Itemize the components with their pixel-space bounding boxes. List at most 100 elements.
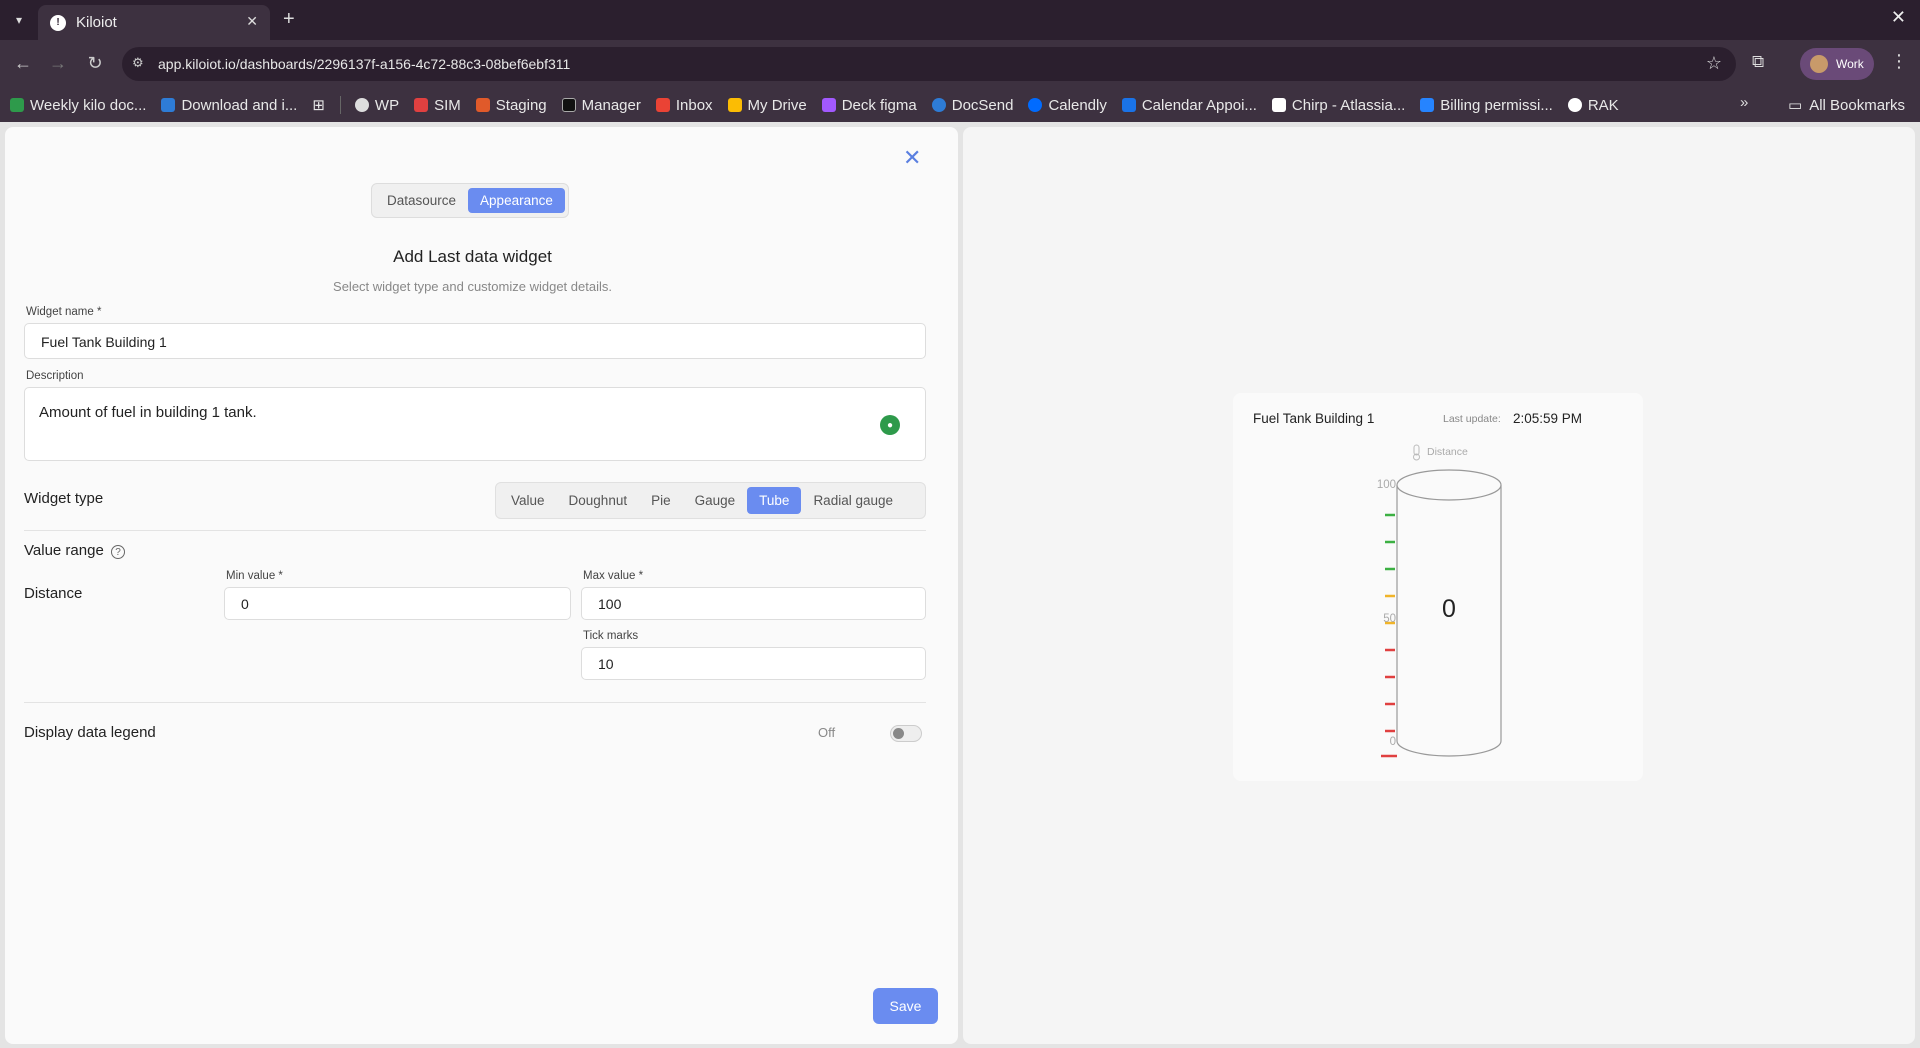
axis-label-mid: 50 — [1383, 613, 1396, 625]
forward-arrow-icon[interactable]: → — [47, 53, 69, 74]
bookmark-item[interactable]: Inbox — [655, 96, 713, 114]
bookmark-star-icon[interactable]: ☆ — [1706, 53, 1722, 74]
wordpress-icon — [354, 98, 369, 112]
extensions-puzzle-icon[interactable]: ⧉ — [1752, 52, 1764, 72]
bookmark-label: RAK — [1587, 96, 1619, 114]
bookmark-label: SIM — [434, 96, 461, 114]
browser-menu-icon[interactable]: ⋮ — [1890, 51, 1908, 72]
dialog-subtitle: Select widget type and customize widget … — [333, 279, 612, 294]
bookmark-item[interactable]: DocSend — [931, 96, 1014, 114]
bookmark-item[interactable]: Billing permissi... — [1420, 97, 1553, 114]
widget-type-tube[interactable]: Tube — [747, 487, 802, 514]
bookmark-item[interactable]: RAK — [1567, 96, 1619, 114]
calendly-icon — [1028, 98, 1043, 112]
bookmark-label: Deck figma — [841, 96, 917, 114]
kiloiot-favicon-icon: ! — [50, 14, 66, 31]
bookmark-label: My Drive — [747, 96, 807, 114]
widget-config-panel: ✕ Datasource Appearance Add Last data wi… — [5, 127, 958, 1044]
max-value-input[interactable]: 100 — [581, 587, 926, 620]
bookmark-label: Billing permissi... — [1440, 96, 1553, 114]
widget-type-gauge[interactable]: Gauge — [683, 487, 748, 514]
description-textarea[interactable]: Amount of fuel in building 1 tank. — [24, 387, 926, 461]
all-bookmarks-button[interactable]: ▭ All Bookmarks — [1788, 96, 1906, 115]
bookmark-item[interactable]: Manager — [561, 96, 641, 114]
min-value-label: Min value * — [226, 570, 283, 582]
site-info-icon[interactable]: ⚙ — [132, 55, 144, 71]
widget-type-pie[interactable]: Pie — [639, 487, 683, 514]
staging-icon — [475, 98, 490, 112]
bookmark-item[interactable]: Weekly kilo doc... — [10, 97, 146, 114]
sim-icon — [414, 98, 429, 112]
bookmark-item[interactable]: Download and i... — [161, 97, 297, 114]
bookmark-item[interactable]: Staging — [475, 96, 547, 114]
bookmark-checkbox-icon — [161, 98, 176, 112]
docsend-icon — [931, 98, 946, 112]
tube-chart: Distance 100 50 0 0 — [1377, 444, 1502, 758]
calendar-icon — [1121, 98, 1136, 112]
address-bar[interactable]: ⚙ app.kiloiot.io/dashboards/2296137f-a15… — [122, 47, 1736, 81]
back-arrow-icon[interactable]: ← — [12, 53, 34, 74]
tube-top — [1396, 469, 1502, 501]
widget-type-radial-gauge[interactable]: Radial gauge — [801, 487, 905, 514]
help-question-icon[interactable]: ? — [111, 545, 125, 559]
manager-icon — [561, 98, 576, 112]
url-text[interactable]: app.kiloiot.io/dashboards/2296137f-a156-… — [158, 56, 570, 72]
tab-appearance[interactable]: Appearance — [468, 188, 565, 213]
all-bookmarks-label: All Bookmarks — [1809, 96, 1906, 114]
widget-type-value[interactable]: Value — [499, 487, 557, 514]
save-button[interactable]: Save — [873, 988, 938, 1024]
chirp-icon — [1271, 98, 1286, 112]
bookmark-label: DocSend — [951, 96, 1014, 114]
bookmarks-bar: Weekly kilo doc... Download and i... ⊞ W… — [0, 88, 1920, 122]
bookmark-label: Manager — [581, 96, 641, 114]
browser-tab-bar: ▾ ! Kiloiot ✕ + ✕ — [0, 0, 1920, 40]
toggle-knob — [893, 728, 904, 739]
tube-widget-preview: Fuel Tank Building 1 Last update: 2:05:5… — [1233, 393, 1643, 781]
bookmark-label: Staging — [495, 96, 547, 114]
bookmark-item[interactable]: SIM — [414, 97, 461, 114]
tick-marks-label: Tick marks — [583, 630, 639, 642]
bookmark-item[interactable]: Deck figma — [821, 96, 917, 114]
figma-icon — [821, 98, 836, 112]
bookmark-label: Chirp - Atlassia... — [1291, 96, 1406, 114]
tab-close-icon[interactable]: ✕ — [246, 13, 258, 30]
tab-search-chevron-icon[interactable]: ▾ — [8, 9, 30, 31]
profile-button[interactable]: Work — [1800, 48, 1874, 80]
bookmark-item[interactable]: My Drive — [727, 96, 807, 114]
bookmark-item[interactable]: Calendly — [1028, 97, 1107, 114]
tick-marks — [1381, 513, 1397, 758]
tick-marks-input[interactable]: 10 — [581, 647, 926, 680]
legend-toggle-state: Off — [818, 725, 836, 740]
bookmark-label: Weekly kilo doc... — [30, 96, 147, 114]
google-drive-icon — [727, 98, 742, 112]
widget-name-input[interactable]: Fuel Tank Building 1 — [24, 323, 926, 359]
widget-type-doughnut[interactable]: Doughnut — [557, 487, 640, 514]
tube-value: 0 — [1442, 595, 1456, 623]
divider — [24, 702, 926, 703]
display-legend-label: Display data legend — [24, 724, 156, 741]
window-close-icon[interactable]: ✕ — [1891, 7, 1906, 28]
widget-name-label: Widget name * — [26, 306, 102, 318]
more-bookmarks-chevron-icon[interactable]: » — [1740, 94, 1748, 111]
value-range-label: Value range — [24, 542, 104, 559]
reload-icon[interactable]: ↻ — [84, 53, 106, 74]
bookmark-checkbox-icon — [10, 98, 24, 112]
apps-grid-icon[interactable]: ⊞ — [312, 96, 325, 114]
bookmark-item[interactable]: Chirp - Atlassia... — [1271, 96, 1406, 114]
ai-assistant-icon[interactable]: ● — [880, 415, 900, 435]
close-icon[interactable]: ✕ — [903, 145, 921, 171]
new-tab-plus-icon[interactable]: + — [283, 8, 295, 31]
bookmark-label: Inbox — [675, 96, 713, 114]
max-value-label: Max value * — [583, 570, 644, 582]
min-value-input[interactable]: 0 — [224, 587, 571, 620]
tab-datasource[interactable]: Datasource — [375, 188, 468, 213]
folder-icon: ▭ — [1788, 97, 1803, 114]
dialog-title: Add Last data widget — [393, 247, 552, 266]
legend-toggle[interactable] — [890, 725, 922, 742]
bookmark-item[interactable]: Calendar Appoi... — [1121, 96, 1257, 114]
widget-type-selector: Value Doughnut Pie Gauge Tube Radial gau… — [495, 482, 926, 519]
bookmark-label: Calendar Appoi... — [1141, 96, 1257, 114]
browser-tab[interactable]: ! Kiloiot ✕ — [38, 5, 270, 40]
bookmark-item[interactable]: WP — [354, 97, 399, 114]
series-name-label: Distance — [1427, 446, 1468, 458]
